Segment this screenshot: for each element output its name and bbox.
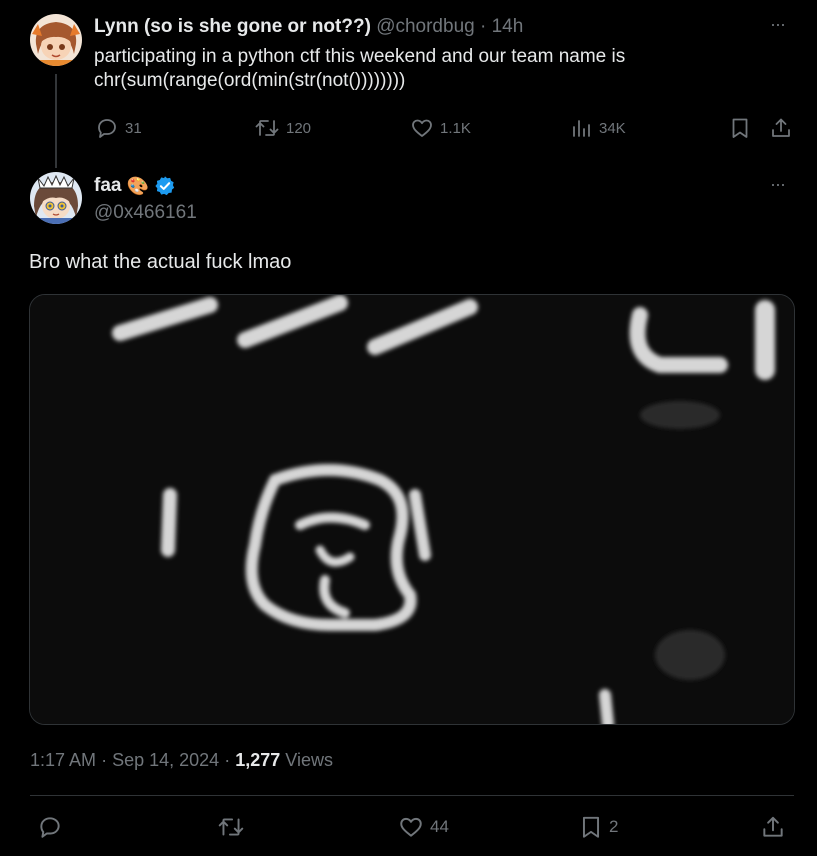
parent-views-button[interactable]: 34K	[571, 116, 626, 140]
parent-bookmark-button[interactable]	[729, 116, 751, 140]
palette-emoji: 🎨	[126, 176, 149, 196]
main-tweet-text: Bro what the actual fuck lmao	[29, 251, 292, 273]
parent-text-line-1: participating in a python ctf this weeke…	[94, 46, 626, 67]
main-like-count: 44	[430, 817, 449, 836]
reply-icon	[95, 116, 119, 140]
parent-views-count: 34K	[599, 119, 626, 137]
heart-icon	[410, 116, 434, 140]
parent-reply-count: 31	[125, 119, 142, 137]
meta-dot-1: ·	[101, 750, 108, 770]
main-repost-button[interactable]	[217, 814, 245, 840]
main-tweet-name-row: faa 🎨	[94, 175, 176, 197]
view-count: 1,277	[235, 750, 281, 770]
parent-share-button[interactable]	[769, 116, 793, 140]
parent-repost-button[interactable]: 120	[254, 116, 311, 140]
reply-icon	[37, 814, 63, 840]
repost-icon	[217, 814, 245, 840]
main-bookmark-button[interactable]: 2	[579, 814, 618, 840]
divider	[30, 795, 794, 796]
main-like-button[interactable]: 44	[398, 814, 449, 840]
parent-text-line-2: chr(sum(range(ord(min(str(not())))))))	[94, 70, 406, 91]
parent-time[interactable]: 14h	[492, 16, 524, 37]
tweet-time[interactable]: 1:17 AM	[30, 750, 96, 770]
parent-display-name[interactable]: Lynn (so is she gone or not??)	[94, 16, 371, 37]
thread-connector-line	[55, 74, 57, 168]
verified-badge-icon[interactable]	[154, 175, 176, 197]
parent-tweet-text: participating in a python ctf this weeke…	[94, 45, 794, 93]
parent-more-icon[interactable]: ···	[770, 14, 786, 35]
share-icon	[760, 814, 786, 840]
views-label: Views	[285, 750, 333, 770]
tweet-meta-row: 1:17 AM · Sep 14, 2024 · 1,277 Views	[30, 750, 333, 771]
parent-like-button[interactable]: 1.1K	[410, 116, 471, 140]
heart-icon	[398, 814, 424, 840]
main-handle[interactable]: @0x466161	[94, 202, 197, 224]
tweet-date[interactable]: Sep 14, 2024	[112, 750, 219, 770]
meta-dot-2: ·	[224, 750, 231, 770]
avatar-lynn[interactable]	[30, 14, 82, 66]
parent-like-count: 1.1K	[440, 119, 471, 137]
tweet-media-image[interactable]	[29, 294, 795, 725]
parent-handle[interactable]: @chordbug	[376, 16, 475, 37]
main-bookmark-count: 2	[609, 817, 619, 836]
main-more-icon[interactable]: ···	[770, 174, 786, 195]
parent-tweet-header: Lynn (so is she gone or not??) @chordbug…	[94, 16, 523, 38]
views-icon	[571, 116, 593, 140]
main-reply-button[interactable]	[37, 814, 63, 840]
avatar-faa[interactable]	[30, 172, 82, 224]
parent-separator: ·	[480, 16, 487, 37]
main-display-name[interactable]: faa	[94, 175, 121, 197]
repost-icon	[254, 116, 280, 140]
parent-repost-count: 120	[286, 119, 312, 137]
bookmark-icon	[579, 814, 603, 840]
bookmark-icon	[729, 116, 751, 140]
main-share-button[interactable]	[760, 814, 786, 840]
parent-reply-button[interactable]: 31	[95, 116, 142, 140]
share-icon	[769, 116, 793, 140]
